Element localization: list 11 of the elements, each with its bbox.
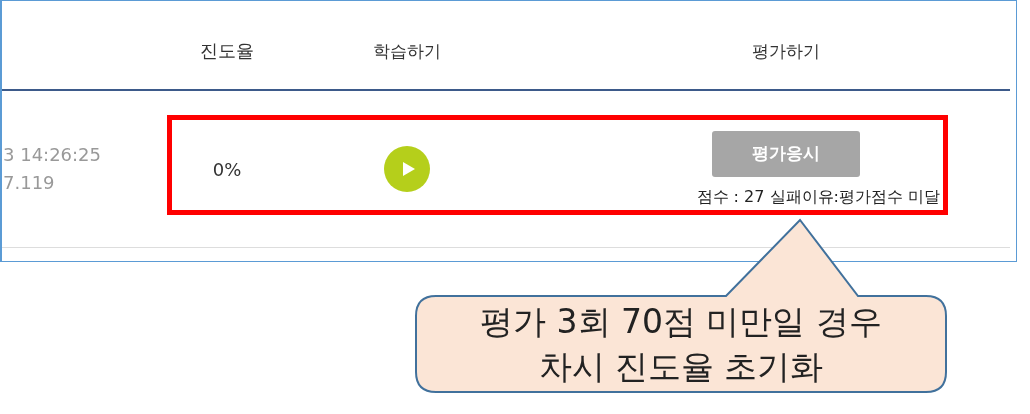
table-cell-text: 3 14:26:25 (3, 143, 102, 167)
column-header: 학습하기 (373, 40, 441, 61)
column-header: 진도율 (200, 40, 254, 61)
play-icon (402, 161, 416, 177)
callout-text: 평가 3회 70점 미만일 경우 (480, 301, 882, 343)
progress-value: 0% (212, 158, 242, 180)
column-header: 평가하기 (752, 40, 820, 61)
callout-text: 차시 진도율 초기화 (538, 346, 824, 388)
play-button[interactable] (384, 146, 430, 192)
table-cell-text: 7.119 (3, 171, 56, 195)
result-text: 점수 : 27 실패이유:평가점수 미달 (696, 186, 940, 208)
